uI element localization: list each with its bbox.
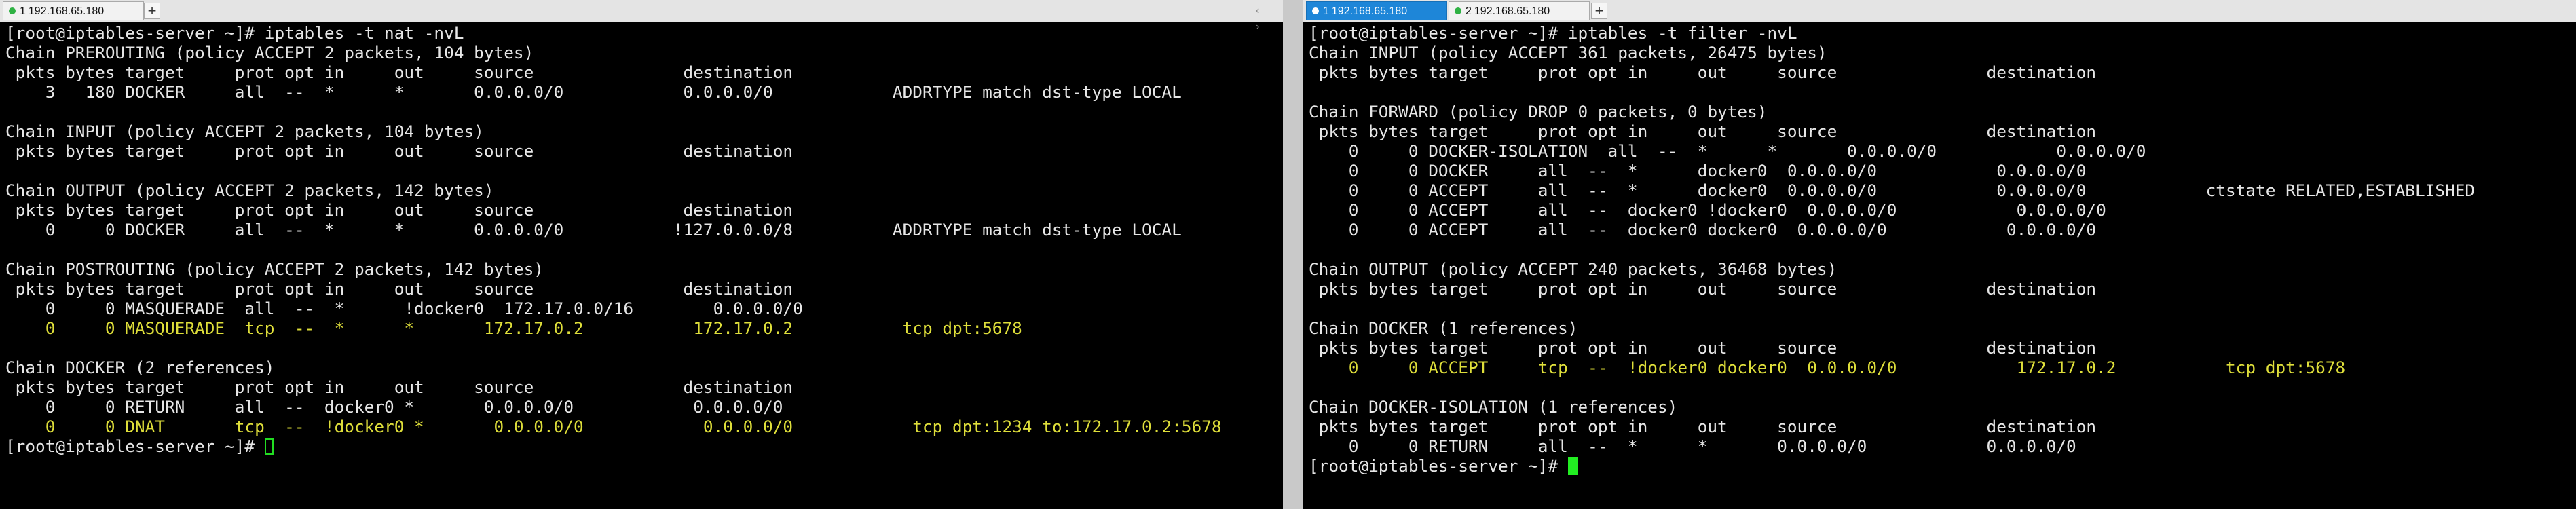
connection-status-icon <box>1455 7 1461 14</box>
terminal-line: pkts bytes target prot opt in out source… <box>5 279 794 299</box>
right-tab-bar: 1 192.168.65.180 2 192.168.65.180 + <box>1303 0 2576 22</box>
text-cursor <box>1567 457 1578 475</box>
tab-number: 2 <box>1466 5 1472 17</box>
terminal-prompt-line[interactable]: [root@iptables-server ~]# <box>5 436 1283 456</box>
left-tab-bar: 1 192.168.65.180 + ‹ › <box>0 0 1283 33</box>
right-terminal-pane[interactable]: 1 192.168.65.180 2 192.168.65.180 + [root@… <box>1303 0 2576 509</box>
terminal-line: Chain DOCKER (1 references) <box>1309 318 1578 338</box>
shell-prompt: [root@iptables-server ~]# <box>1309 456 1568 476</box>
left-terminal-pane[interactable]: 1 192.168.65.180 + ‹ › [root@iptables-ser… <box>0 0 1283 509</box>
tab-scroll-arrows[interactable]: ‹ › <box>1256 3 1283 33</box>
tab-label: 192.168.65.180 <box>1331 5 1408 17</box>
terminal-line: 0 0 MASQUERADE all -- * !docker0 172.17.… <box>5 299 803 318</box>
terminal-line: Chain INPUT (policy ACCEPT 2 packets, 10… <box>5 121 484 141</box>
new-tab-button[interactable]: + <box>144 3 160 19</box>
connection-status-icon <box>9 7 16 14</box>
right-session-tab-1[interactable]: 1 192.168.65.180 <box>1306 1 1447 20</box>
terminal-line: 0 0 DOCKER-ISOLATION all -- * * 0.0.0.0/… <box>1309 141 2146 161</box>
terminal-line: [root@iptables-server ~]# iptables -t fi… <box>1309 23 1797 43</box>
terminal-line: 0 0 ACCEPT all -- docker0 !docker0 0.0.0… <box>1309 200 2106 220</box>
terminal-prompt-line[interactable]: [root@iptables-server ~]# <box>1309 456 2576 476</box>
left-session-tab-1[interactable]: 1 192.168.65.180 <box>3 1 144 20</box>
pane-splitter[interactable] <box>1283 0 1303 509</box>
terminal-line: 0 0 ACCEPT all -- docker0 docker0 0.0.0.… <box>1309 220 2097 240</box>
terminal-line: 0 0 MASQUERADE tcp -- * * 172.17.0.2 172… <box>5 318 1022 338</box>
text-cursor <box>264 438 274 455</box>
terminal-line: Chain OUTPUT (policy ACCEPT 240 packets,… <box>1309 259 1837 279</box>
terminal-line: pkts bytes target prot opt in out source… <box>5 377 794 397</box>
terminal-line: 0 0 RETURN all -- docker0 * 0.0.0.0/0 0.… <box>5 397 783 417</box>
terminal-line: pkts bytes target prot opt in out source… <box>1309 417 2097 436</box>
terminal-line: 0 0 DOCKER all -- * docker0 0.0.0.0/0 0.… <box>1309 161 2087 181</box>
terminal-line: 0 0 DNAT tcp -- !docker0 * 0.0.0.0/0 0.0… <box>5 417 1222 436</box>
terminal-line: pkts bytes target prot opt in out source… <box>1309 279 2097 299</box>
tab-number: 1 <box>20 5 26 17</box>
terminal-line: Chain PREROUTING (policy ACCEPT 2 packet… <box>5 43 534 62</box>
shell-prompt: [root@iptables-server ~]# <box>5 436 265 456</box>
right-terminal-output[interactable]: [root@iptables-server ~]# iptables -t fi… <box>1309 23 2576 509</box>
terminal-line: 0 0 ACCEPT all -- * docker0 0.0.0.0/0 0.… <box>1309 181 2476 200</box>
terminal-line: Chain OUTPUT (policy ACCEPT 2 packets, 1… <box>5 181 494 200</box>
terminal-line: Chain POSTROUTING (policy ACCEPT 2 packe… <box>5 259 544 279</box>
terminal-line: 0 0 ACCEPT tcp -- !docker0 docker0 0.0.0… <box>1309 358 2346 377</box>
terminal-line: pkts bytes target prot opt in out source… <box>5 200 794 220</box>
left-terminal-output[interactable]: [root@iptables-server ~]# iptables -t na… <box>5 23 1283 509</box>
tab-label: 192.168.65.180 <box>28 5 105 17</box>
terminal-line: 0 0 DOCKER all -- * * 0.0.0.0/0 !127.0.0… <box>5 220 1182 240</box>
terminal-line: Chain INPUT (policy ACCEPT 361 packets, … <box>1309 43 1827 62</box>
terminal-line: 0 0 RETURN all -- * * 0.0.0.0/0 0.0.0.0/… <box>1309 436 2076 456</box>
connection-status-icon <box>1312 7 1319 14</box>
right-session-tab-2[interactable]: 2 192.168.65.180 <box>1449 1 1590 20</box>
terminal-line: pkts bytes target prot opt in out source… <box>5 141 794 161</box>
terminal-line: Chain FORWARD (policy DROP 0 packets, 0 … <box>1309 102 1768 121</box>
terminal-line: pkts bytes target prot opt in out source… <box>5 62 794 82</box>
terminal-line: 3 180 DOCKER all -- * * 0.0.0.0/0 0.0.0.… <box>5 82 1182 102</box>
terminal-line: pkts bytes target prot opt in out source… <box>1309 62 2097 82</box>
terminal-line: [root@iptables-server ~]# iptables -t na… <box>5 23 464 43</box>
tab-label: 192.168.65.180 <box>1474 5 1550 17</box>
terminal-line: Chain DOCKER-ISOLATION (1 references) <box>1309 397 1678 417</box>
terminal-line: pkts bytes target prot opt in out source… <box>1309 121 2097 141</box>
new-tab-button[interactable]: + <box>1591 3 1607 19</box>
terminal-line: Chain DOCKER (2 references) <box>5 358 275 377</box>
terminal-line: pkts bytes target prot opt in out source… <box>1309 338 2097 358</box>
tab-number: 1 <box>1323 5 1329 17</box>
